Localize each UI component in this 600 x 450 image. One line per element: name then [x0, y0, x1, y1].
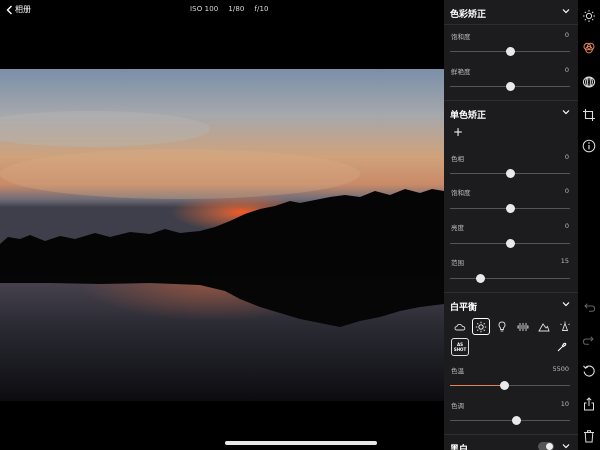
share-button[interactable]	[582, 396, 596, 411]
tungsten-icon	[498, 321, 506, 331]
slider-thumb[interactable]	[475, 274, 485, 283]
crop-tool-button[interactable]	[582, 107, 596, 121]
reset-icon	[583, 365, 595, 377]
delete-button[interactable]	[582, 428, 596, 443]
bw-toggle[interactable]	[538, 442, 554, 450]
temperature-value: 5500	[552, 365, 569, 373]
luminance-slider[interactable]	[450, 239, 570, 248]
white-balance-title: 白平衡	[450, 303, 478, 313]
temperature-slider[interactable]	[450, 381, 570, 390]
undo-icon	[584, 303, 596, 312]
reset-button[interactable]	[582, 363, 596, 377]
single-color-title: 单色矫正	[450, 111, 487, 121]
single-saturation-slider[interactable]	[450, 204, 570, 213]
range-slider[interactable]	[450, 274, 570, 283]
white-balance-presets	[451, 318, 574, 335]
cloudy-icon	[454, 323, 466, 330]
white-balance-header[interactable]: 白平衡	[444, 293, 578, 317]
slider-thumb[interactable]	[499, 381, 509, 390]
hue-value: 0	[564, 153, 569, 161]
slider-thumb[interactable]	[505, 204, 515, 213]
sunny-icon	[475, 321, 487, 332]
color-icon	[583, 42, 595, 54]
saturation-value: 0	[564, 31, 569, 39]
luminance-label: 亮度	[451, 224, 464, 232]
slider-thumb[interactable]	[505, 239, 515, 248]
bw-title: 黑白	[450, 445, 469, 450]
color-correction-header[interactable]: 色彩矫正	[444, 0, 578, 24]
bw-header[interactable]: 黑白	[444, 435, 578, 450]
delete-icon	[584, 430, 594, 443]
adjustment-panel: 色彩矫正 饱和度 0 鲜艳度 0 单色矫正 + 色相 0 饱和度 0 亮度 0 …	[444, 0, 578, 450]
slider-thumb[interactable]	[505, 169, 515, 178]
fluorescent-icon	[517, 322, 529, 331]
eyedropper-icon[interactable]	[556, 341, 568, 353]
slider-fill	[450, 385, 504, 386]
single-color-header[interactable]: 单色矫正	[444, 101, 578, 125]
exif-info: ISO 100 1/80 f/10	[190, 5, 269, 13]
exif-shutter: 1/80	[228, 5, 245, 13]
vibrance-label: 鲜艳度	[451, 68, 471, 76]
wb-tungsten-button[interactable]	[493, 318, 511, 335]
slider-thumb[interactable]	[505, 82, 515, 91]
chevron-left-icon	[6, 5, 12, 14]
exif-iso: ISO 100	[190, 5, 219, 13]
info-icon	[582, 139, 596, 153]
wb-shade-button[interactable]	[535, 318, 553, 335]
hsl-tool-button[interactable]	[582, 74, 596, 88]
photo-canvas[interactable]	[0, 69, 444, 401]
tint-label: 色调	[451, 402, 464, 410]
hsl-icon	[582, 76, 596, 88]
as-shot-button[interactable]: AS SHOT	[451, 338, 469, 356]
slider-thumb[interactable]	[505, 47, 515, 56]
slider-thumb[interactable]	[511, 416, 521, 425]
vibrance-value: 0	[564, 66, 569, 74]
vibrance-slider[interactable]	[450, 82, 570, 91]
shade-icon	[538, 322, 550, 331]
wb-sunny-button[interactable]	[472, 318, 490, 335]
tint-value: 10	[560, 400, 569, 408]
color-correction-title: 色彩矫正	[450, 10, 487, 20]
temperature-label: 色温	[451, 367, 464, 375]
divider	[444, 24, 578, 25]
hue-slider[interactable]	[450, 169, 570, 178]
range-label: 范围	[451, 259, 464, 267]
single-saturation-label: 饱和度	[451, 189, 471, 197]
hue-label: 色相	[451, 155, 464, 163]
undo-button[interactable]	[582, 300, 596, 314]
chevron-down-icon[interactable]	[562, 8, 570, 14]
wb-flash-button[interactable]	[556, 318, 574, 335]
wb-fluorescent-button[interactable]	[514, 318, 532, 335]
back-label: 相册	[15, 5, 31, 14]
light-tool-button[interactable]	[582, 8, 596, 22]
flash-icon	[560, 321, 570, 331]
sunset-photo	[0, 69, 444, 401]
luminance-value: 0	[564, 222, 569, 230]
tool-sidebar	[578, 0, 600, 450]
single-saturation-value: 0	[564, 187, 569, 195]
as-shot-line2: SHOT	[453, 347, 467, 352]
top-bar: 相册 ISO 100 1/80 f/10	[0, 0, 444, 20]
saturation-label: 饱和度	[451, 33, 471, 41]
sun-icon	[583, 10, 595, 22]
color-tool-button[interactable]	[582, 40, 596, 54]
tint-slider[interactable]	[450, 416, 570, 425]
share-icon	[584, 397, 594, 411]
back-to-album-button[interactable]: 相册	[6, 4, 31, 15]
exif-aperture: f/10	[254, 5, 269, 13]
chevron-down-icon[interactable]	[562, 443, 570, 449]
wb-cloudy-button[interactable]	[451, 318, 469, 335]
chevron-down-icon[interactable]	[562, 301, 570, 307]
range-value: 15	[560, 257, 569, 265]
redo-icon	[582, 336, 594, 345]
crop-icon	[583, 109, 595, 121]
chevron-down-icon[interactable]	[562, 109, 570, 115]
saturation-slider[interactable]	[450, 47, 570, 56]
redo-button[interactable]	[582, 333, 596, 347]
info-tool-button[interactable]	[582, 138, 596, 153]
home-indicator	[225, 441, 377, 445]
add-color-button[interactable]: +	[453, 126, 463, 138]
